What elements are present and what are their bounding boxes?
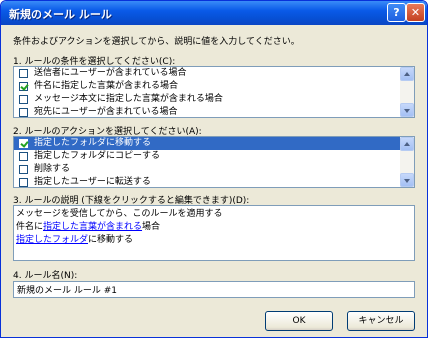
actions-scrollbar[interactable] [400, 137, 414, 187]
description-line: メッセージを受信してから、このルールを適用する [16, 209, 223, 219]
action-checkbox[interactable] [19, 139, 28, 148]
instructions-text: 条件およびアクションを選択してから、説明に値を入力してください。 [13, 37, 300, 47]
cancel-button[interactable]: キャンセル [347, 311, 415, 331]
description-text: 場合 [142, 222, 161, 232]
action-item[interactable]: 指定したフォルダに移動する [14, 137, 414, 150]
condition-checkbox[interactable] [19, 69, 28, 78]
action-item[interactable]: 指定したフォルダにコピーする [14, 150, 414, 163]
window-title: 新規のメール ルール [9, 8, 112, 21]
scroll-down-icon [404, 109, 410, 113]
rule-dialog: 新規のメール ルール ? ✕ 条件およびアクションを選択してから、説明に値を入力… [0, 0, 428, 338]
condition-checkbox[interactable] [19, 82, 28, 91]
description-text: に移動する [88, 235, 134, 245]
scroll-up-icon [404, 72, 410, 76]
condition-checkbox[interactable] [19, 95, 28, 104]
close-button[interactable]: ✕ [406, 3, 425, 22]
condition-item[interactable]: 件名に指定した言葉が含まれる場合 [14, 80, 414, 93]
action-checkbox[interactable] [19, 152, 28, 161]
folder-link[interactable]: 指定したフォルダ [16, 235, 88, 245]
ok-button[interactable]: OK [265, 311, 333, 331]
scroll-up-button[interactable] [400, 137, 414, 151]
rule-description: メッセージを受信してから、このルールを適用する 件名に指定した言葉が含まれる場合… [13, 205, 415, 261]
scroll-down-button[interactable] [400, 103, 414, 117]
conditions-scrollbar[interactable] [400, 67, 414, 117]
actions-list[interactable]: 指定したフォルダに移動する 指定したフォルダにコピーする 削除する 指定したユー… [13, 136, 415, 188]
action-checkbox[interactable] [19, 178, 28, 187]
description-line: 指定したフォルダに移動する [16, 234, 412, 247]
description-text: 件名に [16, 222, 44, 232]
condition-item[interactable]: 宛先にユーザーが含まれている場合 [14, 106, 414, 117]
action-checkbox[interactable] [19, 165, 28, 174]
action-item[interactable]: 削除する [14, 163, 414, 176]
condition-item[interactable]: メッセージ本文に指定した言葉が含まれる場合 [14, 93, 414, 106]
help-button[interactable]: ? [387, 3, 406, 22]
rule-name-label: 4. ルール名(N): [13, 271, 78, 281]
scroll-down-icon [404, 179, 410, 183]
scroll-down-button[interactable] [400, 173, 414, 187]
words-link[interactable]: 指定した言葉が含まれる [43, 222, 142, 232]
title-bar[interactable]: 新規のメール ルール ? ✕ [1, 1, 427, 25]
conditions-list[interactable]: 送信者にユーザーが含まれている場合 件名に指定した言葉が含まれる場合 メッセージ… [13, 66, 415, 118]
rule-name-input[interactable] [13, 281, 415, 298]
condition-checkbox[interactable] [19, 108, 28, 117]
description-line: 件名に指定した言葉が含まれる場合 [16, 221, 412, 234]
scroll-up-button[interactable] [400, 67, 414, 81]
action-item[interactable]: 指定したユーザーに転送する [14, 176, 414, 187]
condition-item[interactable]: 送信者にユーザーが含まれている場合 [14, 67, 414, 80]
scroll-up-icon [404, 142, 410, 146]
